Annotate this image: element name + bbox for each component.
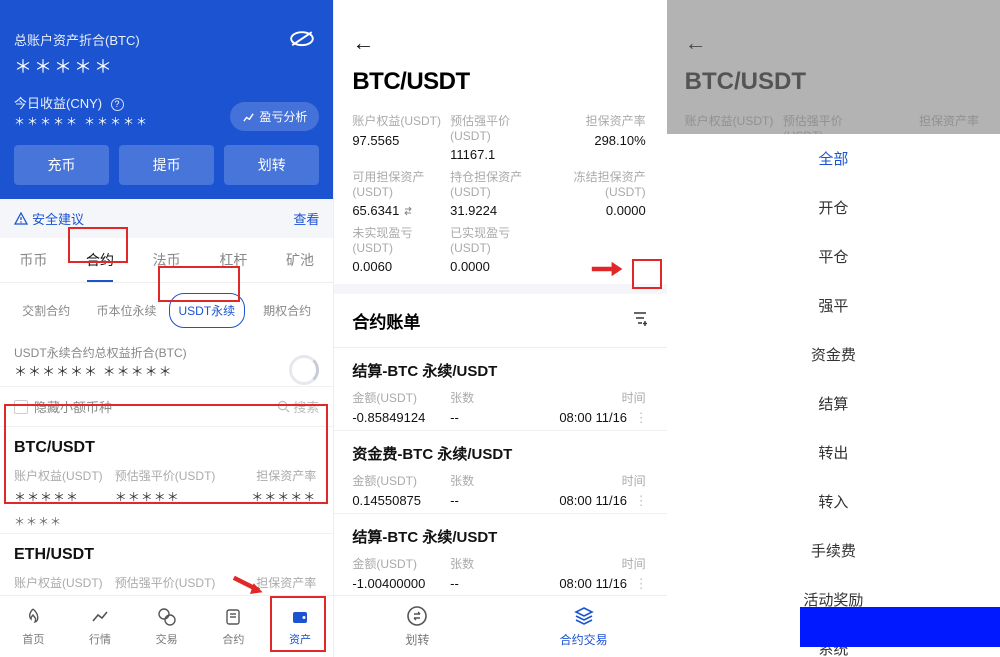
menu-close[interactable]: 平仓 bbox=[667, 232, 1000, 281]
doc-icon bbox=[223, 607, 243, 627]
tab-spot[interactable]: 币币 bbox=[0, 238, 67, 282]
bill-heading: 合约账单 bbox=[352, 308, 420, 333]
filter-button[interactable] bbox=[631, 309, 649, 332]
trend-icon bbox=[90, 607, 110, 627]
transfer-action[interactable]: 划转 bbox=[334, 596, 500, 657]
futures-trade-action[interactable]: 合约交易 bbox=[501, 596, 667, 657]
menu-all[interactable]: 全部 bbox=[667, 134, 1000, 183]
equity-summary: USDT永续合约总权益折合(BTC) ＊＊＊＊＊＊ ＊＊＊＊＊ bbox=[0, 338, 333, 386]
blue-strip bbox=[800, 607, 1000, 647]
arrow-to-filter bbox=[590, 258, 626, 280]
bottom-nav: 首页 行情 交易 合约 资产 bbox=[0, 595, 333, 657]
nav-assets[interactable]: 资产 bbox=[267, 596, 334, 657]
tab-futures[interactable]: 合约 bbox=[67, 238, 134, 282]
search-icon bbox=[277, 400, 290, 413]
bill-item[interactable]: 结算-BTC 永续/USDT 金额(USDT)-1.00400000 张数-- … bbox=[334, 514, 666, 597]
nav-home[interactable]: 首页 bbox=[0, 596, 67, 657]
transfer-button[interactable]: 划转 bbox=[224, 145, 319, 185]
back-button[interactable]: ← bbox=[352, 30, 648, 56]
chart-icon bbox=[242, 110, 255, 123]
tab-margin[interactable]: 杠杆 bbox=[200, 238, 267, 282]
asset-type-tabs: 币币 合约 法币 杠杆 矿池 bbox=[0, 238, 333, 283]
assets-header: 总账户资产折合(BTC) ＊＊＊＊＊ 今日收益(CNY) ? ＊＊＊＊＊ ＊＊＊… bbox=[0, 0, 333, 199]
search-input[interactable]: 搜索 bbox=[277, 397, 319, 416]
today-pnl-label: 今日收益(CNY) bbox=[14, 96, 102, 111]
wallet-icon bbox=[290, 607, 310, 627]
filter-icon bbox=[631, 309, 649, 327]
menu-liquidation[interactable]: 强平 bbox=[667, 281, 1000, 330]
menu-open[interactable]: 开仓 bbox=[667, 183, 1000, 232]
subtab-coin-perp[interactable]: 币本位永续 bbox=[88, 293, 164, 328]
total-assets-value: ＊＊＊＊＊ bbox=[14, 53, 319, 79]
menu-in[interactable]: 转入 bbox=[667, 477, 1000, 526]
layers-icon bbox=[573, 605, 595, 627]
nav-futures[interactable]: 合约 bbox=[200, 596, 267, 657]
more-icon[interactable]: ⋮ bbox=[633, 576, 646, 591]
filter-menu: 全部 开仓 平仓 强平 资金费 结算 转出 转入 手续费 活动奖励 系统 取消 bbox=[667, 134, 1000, 657]
subtab-delivery[interactable]: 交割合约 bbox=[8, 293, 84, 328]
exchange-icon bbox=[156, 606, 178, 628]
tab-fiat[interactable]: 法币 bbox=[133, 238, 200, 282]
pair-title: BTC/USDT bbox=[352, 68, 648, 96]
menu-funding[interactable]: 资金费 bbox=[667, 330, 1000, 379]
warning-icon bbox=[14, 212, 28, 226]
assets-screen: 总账户资产折合(BTC) ＊＊＊＊＊ 今日收益(CNY) ? ＊＊＊＊＊ ＊＊＊… bbox=[0, 0, 333, 657]
subtab-options[interactable]: 期权合约 bbox=[249, 293, 325, 328]
subtab-usdt-perp[interactable]: USDT永续 bbox=[169, 293, 245, 328]
deposit-button[interactable]: 充币 bbox=[14, 145, 109, 185]
pair-btc-usdt[interactable]: BTC/USDT 账户权益(USDT)＊＊＊＊＊ 预估强平价(USDT)＊＊＊＊… bbox=[0, 427, 333, 534]
withdraw-button[interactable]: 提币 bbox=[119, 145, 214, 185]
pnl-analysis-button[interactable]: 盈亏分析 bbox=[230, 102, 319, 131]
bill-item[interactable]: 结算-BTC 永续/USDT 金额(USDT)-0.85849124 张数-- … bbox=[334, 348, 666, 431]
menu-out[interactable]: 转出 bbox=[667, 428, 1000, 477]
bill-item[interactable]: 资金费-BTC 永续/USDT 金额(USDT)0.14550875 张数-- … bbox=[334, 431, 666, 514]
nav-trade[interactable]: 交易 bbox=[133, 596, 200, 657]
tab-pool[interactable]: 矿池 bbox=[267, 238, 334, 282]
security-view-link[interactable]: 查看 bbox=[293, 209, 319, 228]
total-assets-label: 总账户资产折合(BTC) bbox=[14, 30, 319, 49]
arrow-to-assets bbox=[232, 574, 268, 596]
nav-markets[interactable]: 行情 bbox=[67, 596, 134, 657]
menu-settle[interactable]: 结算 bbox=[667, 379, 1000, 428]
security-banner[interactable]: 安全建议 查看 bbox=[0, 199, 333, 238]
help-icon[interactable]: ? bbox=[111, 98, 124, 111]
flame-icon bbox=[23, 607, 43, 627]
hide-small-label: 隐藏小额币种 bbox=[34, 397, 112, 416]
filter-menu-screen: ← BTC/USDT 账户权益(USDT) 预估强平价(USDT) 担保资产率 … bbox=[667, 0, 1000, 657]
more-icon[interactable]: ⋮ bbox=[633, 493, 646, 508]
hide-small-checkbox[interactable] bbox=[14, 400, 28, 414]
donut-icon bbox=[289, 355, 319, 385]
menu-fee[interactable]: 手续费 bbox=[667, 526, 1000, 575]
more-icon[interactable]: ⋮ bbox=[633, 410, 646, 425]
transfer-icon bbox=[406, 605, 428, 627]
futures-subtabs: 交割合约 币本位永续 USDT永续 期权合约 bbox=[0, 283, 333, 338]
bottom-actions: 划转 合约交易 bbox=[334, 595, 666, 657]
contract-detail-screen: ← BTC/USDT 账户权益(USDT)97.5565 预估强平价(USDT)… bbox=[333, 0, 666, 657]
swap-icon[interactable] bbox=[403, 206, 413, 216]
